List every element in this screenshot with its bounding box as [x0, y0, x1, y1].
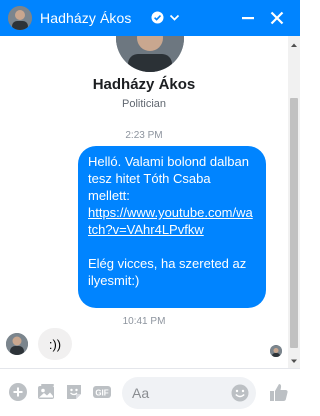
sticker-icon[interactable] [64, 382, 84, 402]
like-icon[interactable] [268, 381, 290, 403]
chat-header: Hadházy Ákos [0, 0, 300, 36]
message-input-wrapper [122, 377, 256, 409]
scroll-down-arrow-icon[interactable] [288, 354, 300, 366]
emoji-icon[interactable] [230, 383, 250, 403]
seen-avatar [270, 345, 282, 357]
message-thread[interactable]: Hadházy Ákos Politician 2:23 PM Helló. V… [0, 36, 300, 368]
profile-avatar[interactable] [116, 36, 184, 72]
incoming-message-bubble[interactable]: :)) [38, 328, 72, 360]
sender-avatar[interactable] [6, 333, 28, 355]
chevron-down-icon[interactable] [168, 11, 181, 24]
message-input[interactable] [132, 383, 226, 403]
scroll-up-arrow-icon[interactable] [288, 38, 300, 50]
message-text: :)) [48, 336, 62, 352]
image-icon[interactable] [36, 382, 56, 402]
contact-name[interactable]: Hadházy Ákos [40, 10, 131, 26]
message-timestamp: 2:23 PM [125, 130, 163, 141]
message-timestamp: 10:41 PM [122, 316, 166, 327]
contact-avatar[interactable] [8, 6, 32, 30]
message-link[interactable]: https://www.youtube.com/watch?v=VAhr4LPv… [88, 204, 256, 238]
message-composer: GIF [0, 368, 300, 416]
verified-badge-icon [151, 11, 164, 24]
close-icon[interactable] [268, 9, 286, 27]
minimize-icon[interactable] [239, 9, 257, 27]
gif-icon[interactable]: GIF [92, 382, 112, 402]
gif-label: GIF [95, 389, 108, 398]
message-text: Elég vicces, ha szereted az ilyesmit:) [88, 256, 247, 288]
outgoing-message-bubble[interactable]: Helló. Valami bolond dalban tesz hitet T… [78, 146, 266, 308]
scrollbar-thumb[interactable] [290, 98, 298, 348]
profile-subtitle: Politician [121, 98, 167, 110]
scrollbar[interactable] [288, 36, 300, 368]
plus-icon[interactable] [8, 382, 28, 402]
profile-name: Hadházy Ákos [92, 76, 196, 93]
message-text: Helló. Valami bolond dalban tesz hitet T… [88, 154, 249, 203]
